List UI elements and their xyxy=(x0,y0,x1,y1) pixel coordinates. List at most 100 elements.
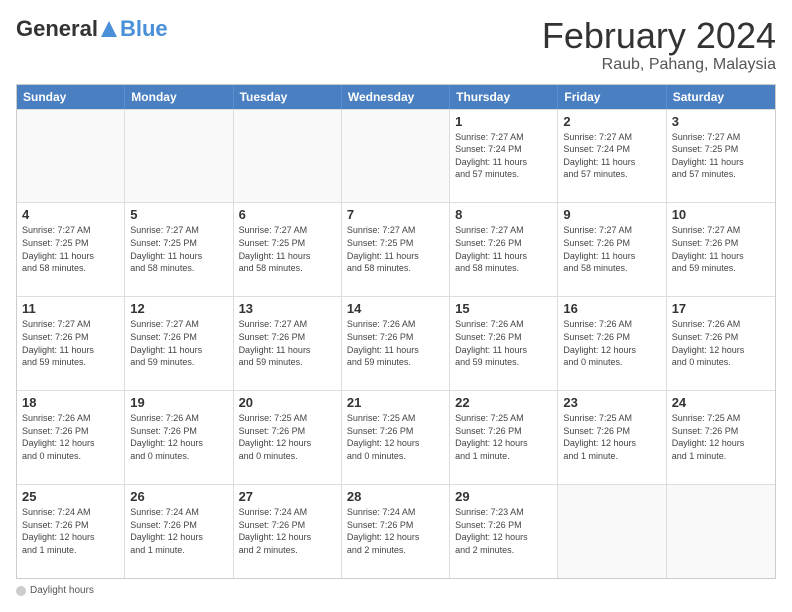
day-info: Sunrise: 7:26 AM Sunset: 7:26 PM Dayligh… xyxy=(347,318,444,368)
header-friday: Friday xyxy=(558,85,666,109)
day-info: Sunrise: 7:27 AM Sunset: 7:25 PM Dayligh… xyxy=(672,131,770,181)
cal-cell-2-5: 16Sunrise: 7:26 AM Sunset: 7:26 PM Dayli… xyxy=(558,297,666,390)
cal-cell-0-1 xyxy=(125,110,233,203)
day-number: 10 xyxy=(672,207,770,222)
cal-cell-0-2 xyxy=(234,110,342,203)
day-info: Sunrise: 7:23 AM Sunset: 7:26 PM Dayligh… xyxy=(455,506,552,556)
day-info: Sunrise: 7:26 AM Sunset: 7:26 PM Dayligh… xyxy=(130,412,227,462)
header: General Blue February 2024 Raub, Pahang,… xyxy=(16,16,776,74)
cal-cell-3-0: 18 Sunrise: 7:26 AM Sunset: 7:26 PM Dayli… xyxy=(17,391,125,484)
cal-cell-0-6: 3 Sunrise: 7:27 AM Sunset: 7:25 PM Daylig… xyxy=(667,110,775,203)
week-row-1: 4 Sunrise: 7:27 AM Sunset: 7:25 PM Daylig… xyxy=(17,202,775,296)
day-number: 26 xyxy=(130,489,227,504)
day-info: Sunrise: 7:27 AM Sunset: 7:26 PM Dayligh… xyxy=(239,318,336,368)
cal-cell-3-6: 24Sunrise: 7:25 AM Sunset: 7:26 PM Dayli… xyxy=(667,391,775,484)
cal-cell-4-0: 25 Sunrise: 7:24 AM Sunset: 7:26 PM Dayli… xyxy=(17,485,125,578)
cal-cell-4-3: 28Sunrise: 7:24 AM Sunset: 7:26 PM Dayli… xyxy=(342,485,450,578)
day-number: 3 xyxy=(672,114,770,129)
day-number: 23 xyxy=(563,395,660,410)
day-number: 5 xyxy=(130,207,227,222)
day-number: 18 xyxy=(22,395,119,410)
day-info: Sunrise: 7:27 AM Sunset: 7:26 PM Dayligh… xyxy=(22,318,119,368)
calendar: Sunday Monday Tuesday Wednesday Thursday… xyxy=(16,84,776,579)
cal-cell-1-2: 6Sunrise: 7:27 AM Sunset: 7:25 PM Daylig… xyxy=(234,203,342,296)
logo-general: General xyxy=(16,16,98,42)
cal-cell-1-0: 4 Sunrise: 7:27 AM Sunset: 7:25 PM Daylig… xyxy=(17,203,125,296)
day-number: 13 xyxy=(239,301,336,316)
day-number: 17 xyxy=(672,301,770,316)
cal-cell-4-2: 27 Sunrise: 7:24 AM Sunset: 7:26 PM Dayli… xyxy=(234,485,342,578)
day-info: Sunrise: 7:27 AM Sunset: 7:26 PM Dayligh… xyxy=(563,224,660,274)
day-number: 25 xyxy=(22,489,119,504)
logo: General Blue xyxy=(16,16,168,42)
cal-cell-2-1: 12Sunrise: 7:27 AM Sunset: 7:26 PM Dayli… xyxy=(125,297,233,390)
day-info: Sunrise: 7:24 AM Sunset: 7:26 PM Dayligh… xyxy=(347,506,444,556)
cal-cell-4-4: 29 Sunrise: 7:23 AM Sunset: 7:26 PM Dayli… xyxy=(450,485,558,578)
cal-cell-4-5 xyxy=(558,485,666,578)
cal-cell-4-6 xyxy=(667,485,775,578)
cal-cell-1-3: 7 Sunrise: 7:27 AM Sunset: 7:25 PM Daylig… xyxy=(342,203,450,296)
cal-cell-4-1: 26 Sunrise: 7:24 AM Sunset: 7:26 PM Dayli… xyxy=(125,485,233,578)
day-number: 2 xyxy=(563,114,660,129)
day-number: 7 xyxy=(347,207,444,222)
day-number: 1 xyxy=(455,114,552,129)
footer: Daylight hours xyxy=(16,585,776,596)
logo-blue: Blue xyxy=(120,16,168,42)
cal-cell-2-4: 15 Sunrise: 7:26 AM Sunset: 7:26 PM Dayli… xyxy=(450,297,558,390)
day-info: Sunrise: 7:25 AM Sunset: 7:26 PM Dayligh… xyxy=(563,412,660,462)
day-number: 6 xyxy=(239,207,336,222)
header-saturday: Saturday xyxy=(667,85,775,109)
cal-cell-1-6: 10 Sunrise: 7:27 AM Sunset: 7:26 PM Dayli… xyxy=(667,203,775,296)
day-info: Sunrise: 7:27 AM Sunset: 7:24 PM Dayligh… xyxy=(563,131,660,181)
cal-cell-2-6: 17Sunrise: 7:26 AM Sunset: 7:26 PM Dayli… xyxy=(667,297,775,390)
day-info: Sunrise: 7:24 AM Sunset: 7:26 PM Dayligh… xyxy=(239,506,336,556)
header-tuesday: Tuesday xyxy=(234,85,342,109)
month-title: February 2024 xyxy=(542,16,776,56)
cal-cell-3-2: 20 Sunrise: 7:25 AM Sunset: 7:26 PM Dayli… xyxy=(234,391,342,484)
day-info: Sunrise: 7:27 AM Sunset: 7:25 PM Dayligh… xyxy=(22,224,119,274)
cal-cell-3-3: 21 Sunrise: 7:25 AM Sunset: 7:26 PM Dayli… xyxy=(342,391,450,484)
cal-cell-0-0 xyxy=(17,110,125,203)
footer-label: Daylight hours xyxy=(30,585,94,596)
cal-cell-2-3: 14 Sunrise: 7:26 AM Sunset: 7:26 PM Dayli… xyxy=(342,297,450,390)
week-row-3: 18 Sunrise: 7:26 AM Sunset: 7:26 PM Dayli… xyxy=(17,390,775,484)
day-info: Sunrise: 7:27 AM Sunset: 7:26 PM Dayligh… xyxy=(455,224,552,274)
calendar-body: 1 Sunrise: 7:27 AM Sunset: 7:24 PM Daylig… xyxy=(17,109,775,578)
day-number: 20 xyxy=(239,395,336,410)
day-info: Sunrise: 7:27 AM Sunset: 7:24 PM Dayligh… xyxy=(455,131,552,181)
week-row-2: 11Sunrise: 7:27 AM Sunset: 7:26 PM Dayli… xyxy=(17,296,775,390)
day-number: 27 xyxy=(239,489,336,504)
day-number: 8 xyxy=(455,207,552,222)
cal-cell-0-3 xyxy=(342,110,450,203)
cal-cell-3-4: 22Sunrise: 7:25 AM Sunset: 7:26 PM Dayli… xyxy=(450,391,558,484)
cal-cell-2-0: 11Sunrise: 7:27 AM Sunset: 7:26 PM Dayli… xyxy=(17,297,125,390)
title-section: February 2024 Raub, Pahang, Malaysia xyxy=(542,16,776,74)
day-number: 9 xyxy=(563,207,660,222)
day-number: 29 xyxy=(455,489,552,504)
day-number: 14 xyxy=(347,301,444,316)
page: General Blue February 2024 Raub, Pahang,… xyxy=(0,0,792,612)
day-info: Sunrise: 7:25 AM Sunset: 7:26 PM Dayligh… xyxy=(347,412,444,462)
cal-cell-0-5: 2 Sunrise: 7:27 AM Sunset: 7:24 PM Daylig… xyxy=(558,110,666,203)
header-wednesday: Wednesday xyxy=(342,85,450,109)
day-info: Sunrise: 7:24 AM Sunset: 7:26 PM Dayligh… xyxy=(22,506,119,556)
calendar-header: Sunday Monday Tuesday Wednesday Thursday… xyxy=(17,85,775,109)
day-info: Sunrise: 7:26 AM Sunset: 7:26 PM Dayligh… xyxy=(22,412,119,462)
logo-icon xyxy=(99,19,119,39)
day-info: Sunrise: 7:27 AM Sunset: 7:26 PM Dayligh… xyxy=(672,224,770,274)
header-thursday: Thursday xyxy=(450,85,558,109)
week-row-4: 25 Sunrise: 7:24 AM Sunset: 7:26 PM Dayli… xyxy=(17,484,775,578)
day-number: 15 xyxy=(455,301,552,316)
day-info: Sunrise: 7:24 AM Sunset: 7:26 PM Dayligh… xyxy=(130,506,227,556)
day-number: 21 xyxy=(347,395,444,410)
cal-cell-2-2: 13 Sunrise: 7:27 AM Sunset: 7:26 PM Dayli… xyxy=(234,297,342,390)
day-info: Sunrise: 7:26 AM Sunset: 7:26 PM Dayligh… xyxy=(563,318,660,368)
day-info: Sunrise: 7:25 AM Sunset: 7:26 PM Dayligh… xyxy=(239,412,336,462)
day-info: Sunrise: 7:25 AM Sunset: 7:26 PM Dayligh… xyxy=(455,412,552,462)
cal-cell-3-5: 23 Sunrise: 7:25 AM Sunset: 7:26 PM Dayli… xyxy=(558,391,666,484)
day-info: Sunrise: 7:26 AM Sunset: 7:26 PM Dayligh… xyxy=(455,318,552,368)
day-info: Sunrise: 7:27 AM Sunset: 7:25 PM Dayligh… xyxy=(347,224,444,274)
cal-cell-3-1: 19Sunrise: 7:26 AM Sunset: 7:26 PM Dayli… xyxy=(125,391,233,484)
week-row-0: 1 Sunrise: 7:27 AM Sunset: 7:24 PM Daylig… xyxy=(17,109,775,203)
day-number: 4 xyxy=(22,207,119,222)
